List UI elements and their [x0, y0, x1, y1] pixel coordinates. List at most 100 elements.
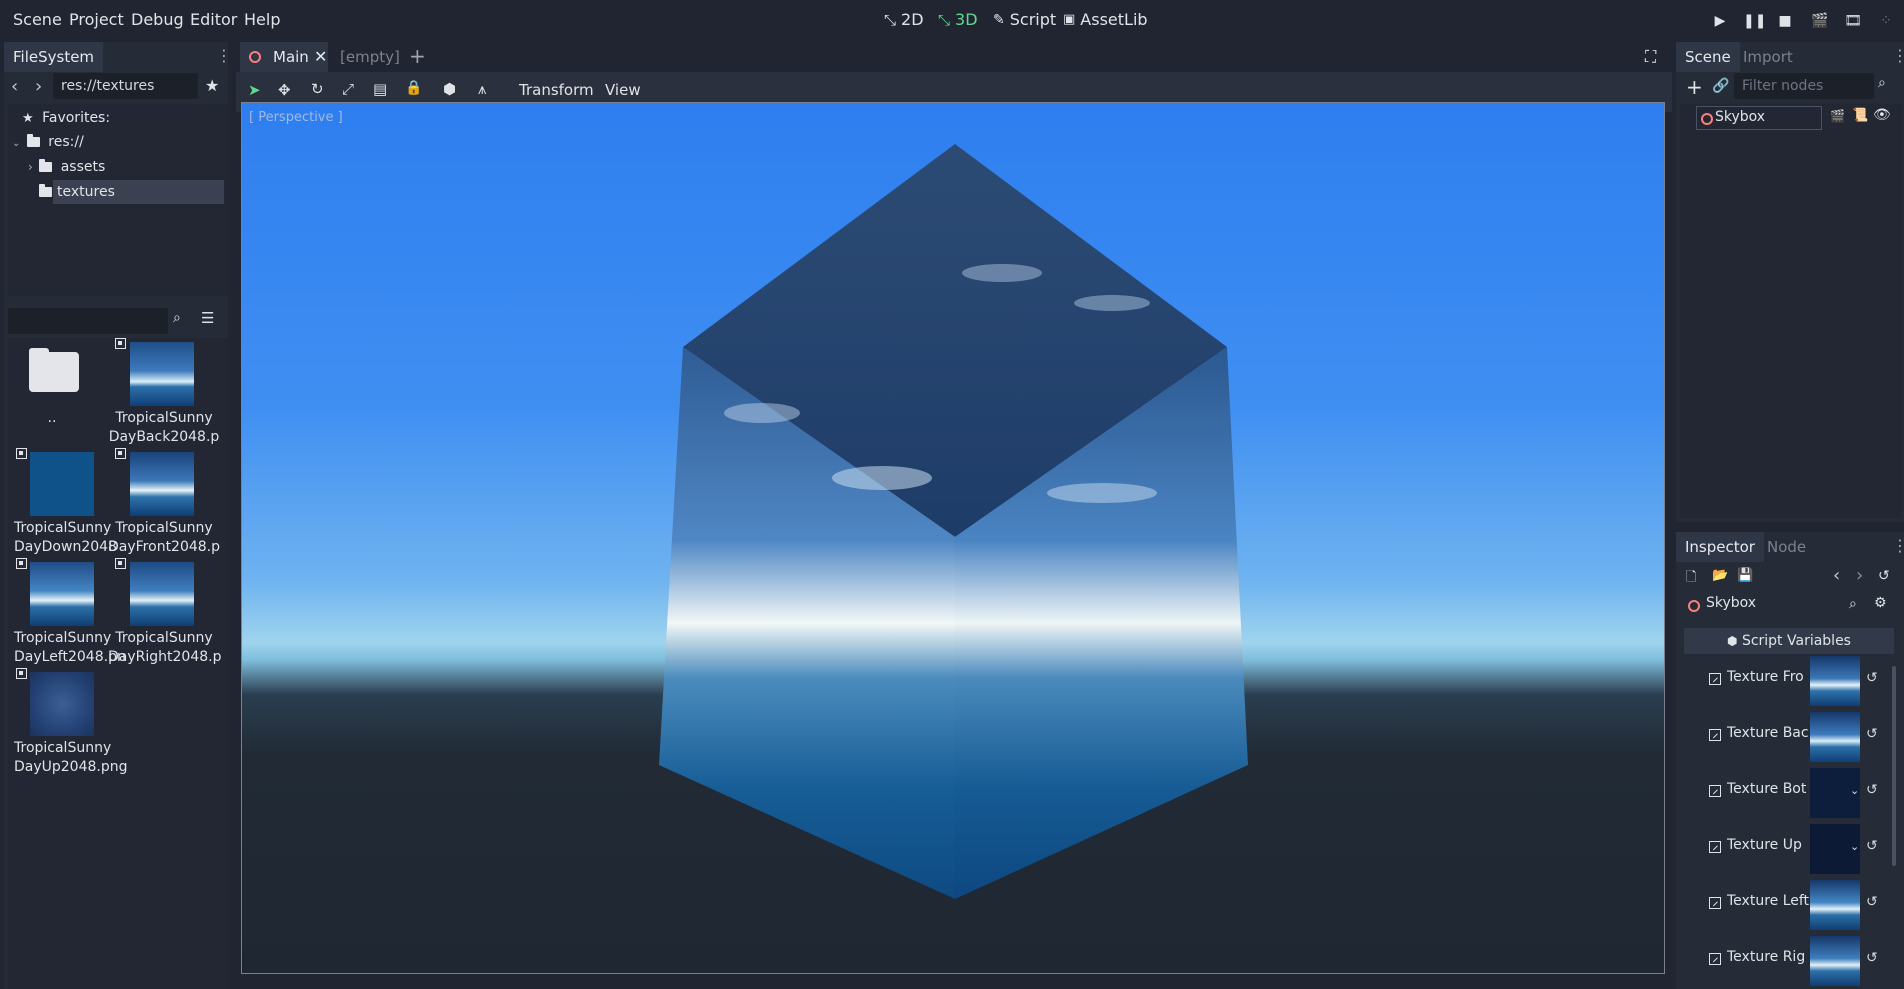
pause-icon[interactable]: ❚❚	[1743, 11, 1766, 31]
prop-texture-left-preview[interactable]	[1810, 880, 1860, 930]
save-icon[interactable]: 💾	[1737, 568, 1753, 583]
tab-scene[interactable]: Scene	[1676, 42, 1740, 72]
local-space-icon[interactable]: ⬢	[443, 80, 456, 98]
tab-main[interactable]: Main ✕	[240, 42, 328, 72]
add-node-icon[interactable]: +	[1686, 75, 1703, 99]
prop-texture-back-preview[interactable]	[1810, 712, 1860, 762]
history-icon[interactable]: ↺	[1878, 568, 1890, 584]
star-icon: ★	[22, 111, 34, 126]
favorite-star-icon[interactable]: ★	[205, 76, 219, 95]
file-name-up: TropicalSunny DayUp2048.png	[14, 740, 128, 775]
tab-node[interactable]: Node	[1758, 532, 1815, 562]
tree-favorites[interactable]: ★ Favorites:	[22, 106, 110, 130]
back-arrow-icon[interactable]: ‹	[1833, 565, 1840, 586]
menu-scene[interactable]: Scene	[13, 10, 62, 29]
filesystem-dock: FileSystem ⋮ ‹ › res://textures ★ ★ Favo…	[4, 42, 232, 989]
menu-dots-icon[interactable]: ⋮	[1892, 46, 1904, 65]
instance-scene-icon[interactable]: 🎬	[1830, 109, 1845, 123]
main-editor: Main ✕ [empty] + ⛶ ➤ ✥ ↻ ⤢ ▤ 🔒 ⬢ ⩚ Trans…	[236, 42, 1672, 989]
list-view-icon[interactable]: ☰	[201, 309, 214, 327]
mode-script-button[interactable]: ✎ Script	[993, 10, 1056, 29]
thumb-front[interactable]	[130, 452, 194, 516]
scale-tool-icon[interactable]: ⤢	[342, 80, 354, 98]
mode-3d-button[interactable]: ⤡ 3D	[938, 10, 978, 29]
list-select-icon[interactable]: ▤	[373, 80, 387, 98]
perspective-label[interactable]: [ Perspective ]	[249, 110, 343, 125]
menu-editor[interactable]: Editor	[190, 10, 237, 29]
mode-assetlib-button[interactable]: ▣ AssetLib	[1063, 10, 1148, 29]
thumb-up[interactable]	[30, 672, 94, 736]
file-name-back: TropicalSunny DayBack2048.p	[108, 410, 220, 445]
search-icon[interactable]: ⌕	[1849, 596, 1857, 612]
revert-icon[interactable]: ↺	[1866, 670, 1878, 686]
filter-nodes-input[interactable]: Filter nodes	[1734, 73, 1874, 99]
thumb-left[interactable]	[30, 562, 94, 626]
inspected-object-label[interactable]: Skybox	[1706, 595, 1756, 611]
tab-empty[interactable]: [empty]	[331, 42, 409, 72]
thumb-right[interactable]	[130, 562, 194, 626]
open-folder-icon[interactable]: 📂	[1712, 568, 1728, 583]
tab-inspector[interactable]: Inspector	[1676, 532, 1764, 562]
script-variables-section[interactable]: ⬢ Script Variables	[1684, 628, 1894, 654]
back-arrow-icon[interactable]: ‹	[11, 76, 18, 97]
prop-texture-right-preview[interactable]	[1810, 936, 1860, 986]
mode-2d-button[interactable]: ⤡ 2D	[884, 10, 924, 29]
new-resource-icon[interactable]: 🗋	[1686, 568, 1696, 590]
file-grid: .. TropicalSunny DayBack2048.p TropicalS…	[8, 338, 228, 989]
script-icon: ✎	[993, 11, 1005, 28]
close-icon[interactable]: ✕	[314, 42, 327, 72]
mode-script-label: Script	[1009, 10, 1057, 29]
move-tool-icon[interactable]: ✥	[278, 81, 291, 99]
tree-assets[interactable]: › assets	[28, 155, 105, 179]
add-tab-icon[interactable]: +	[409, 44, 426, 68]
play-scene-icon[interactable]: 🎬	[1810, 11, 1830, 31]
chevron-down-icon[interactable]: ⌄	[1850, 784, 1859, 797]
thumb-back[interactable]	[130, 342, 194, 406]
snap-icon[interactable]: ⩚	[478, 80, 486, 98]
chevron-down-icon[interactable]: ⌄	[1850, 840, 1859, 853]
revert-icon[interactable]: ↺	[1866, 726, 1878, 742]
forward-arrow-icon[interactable]: ›	[35, 76, 42, 97]
prop-texture-front-preview[interactable]	[1810, 656, 1860, 706]
play-custom-scene-icon[interactable]: 🎞	[1843, 11, 1863, 31]
object-tools-icon[interactable]: ⚙	[1874, 595, 1887, 611]
select-tool-icon[interactable]: ➤	[248, 81, 261, 99]
revert-icon[interactable]: ↺	[1866, 782, 1878, 798]
file-name-parent: ..	[47, 410, 57, 426]
forward-arrow-icon[interactable]: ›	[1856, 565, 1863, 586]
menu-project[interactable]: Project	[69, 10, 124, 29]
chevron-down-icon: ⌄	[12, 138, 21, 149]
revert-icon[interactable]: ↺	[1866, 950, 1878, 966]
tab-main-label: Main	[273, 48, 309, 66]
search-icon: ⌕	[173, 310, 181, 326]
revert-icon[interactable]: ↺	[1866, 894, 1878, 910]
revert-icon[interactable]: ↺	[1866, 838, 1878, 854]
attached-script-icon[interactable]: 📜	[1852, 108, 1868, 123]
play-icon[interactable]: ▶	[1710, 11, 1730, 31]
lock-icon[interactable]: 🔒	[405, 80, 422, 96]
tree-root[interactable]: ⌄ res://	[12, 130, 84, 154]
file-search-input[interactable]	[8, 308, 168, 334]
menu-dots-icon[interactable]: ⋮	[216, 46, 232, 65]
thumb-down[interactable]	[30, 452, 94, 516]
menu-help[interactable]: Help	[244, 10, 280, 29]
stop-icon[interactable]: ■	[1775, 11, 1795, 31]
menu-debug[interactable]: Debug	[131, 10, 184, 29]
inspector-scrollbar[interactable]	[1892, 666, 1896, 866]
view-menu[interactable]: View	[605, 81, 641, 99]
3d-viewport[interactable]: [ Perspective ]	[241, 102, 1665, 974]
texture-icon	[1709, 785, 1721, 797]
menu-dots-icon[interactable]: ⋮	[1892, 536, 1904, 555]
link-icon[interactable]: 🔗	[1712, 78, 1729, 94]
fullscreen-icon[interactable]: ⛶	[1645, 47, 1656, 67]
script-variables-label: Script Variables	[1741, 633, 1851, 649]
visibility-eye-icon[interactable]: 👁	[1873, 107, 1891, 123]
folder-icon[interactable]	[29, 352, 79, 392]
transform-menu[interactable]: Transform	[519, 81, 594, 99]
path-field[interactable]: res://textures	[53, 73, 198, 99]
tab-import[interactable]: Import	[1734, 42, 1802, 72]
tree-textures[interactable]: textures	[39, 180, 224, 204]
rotate-tool-icon[interactable]: ↻	[311, 80, 324, 98]
tab-filesystem[interactable]: FileSystem	[4, 42, 104, 72]
node-skybox[interactable]: Skybox	[1696, 106, 1822, 130]
